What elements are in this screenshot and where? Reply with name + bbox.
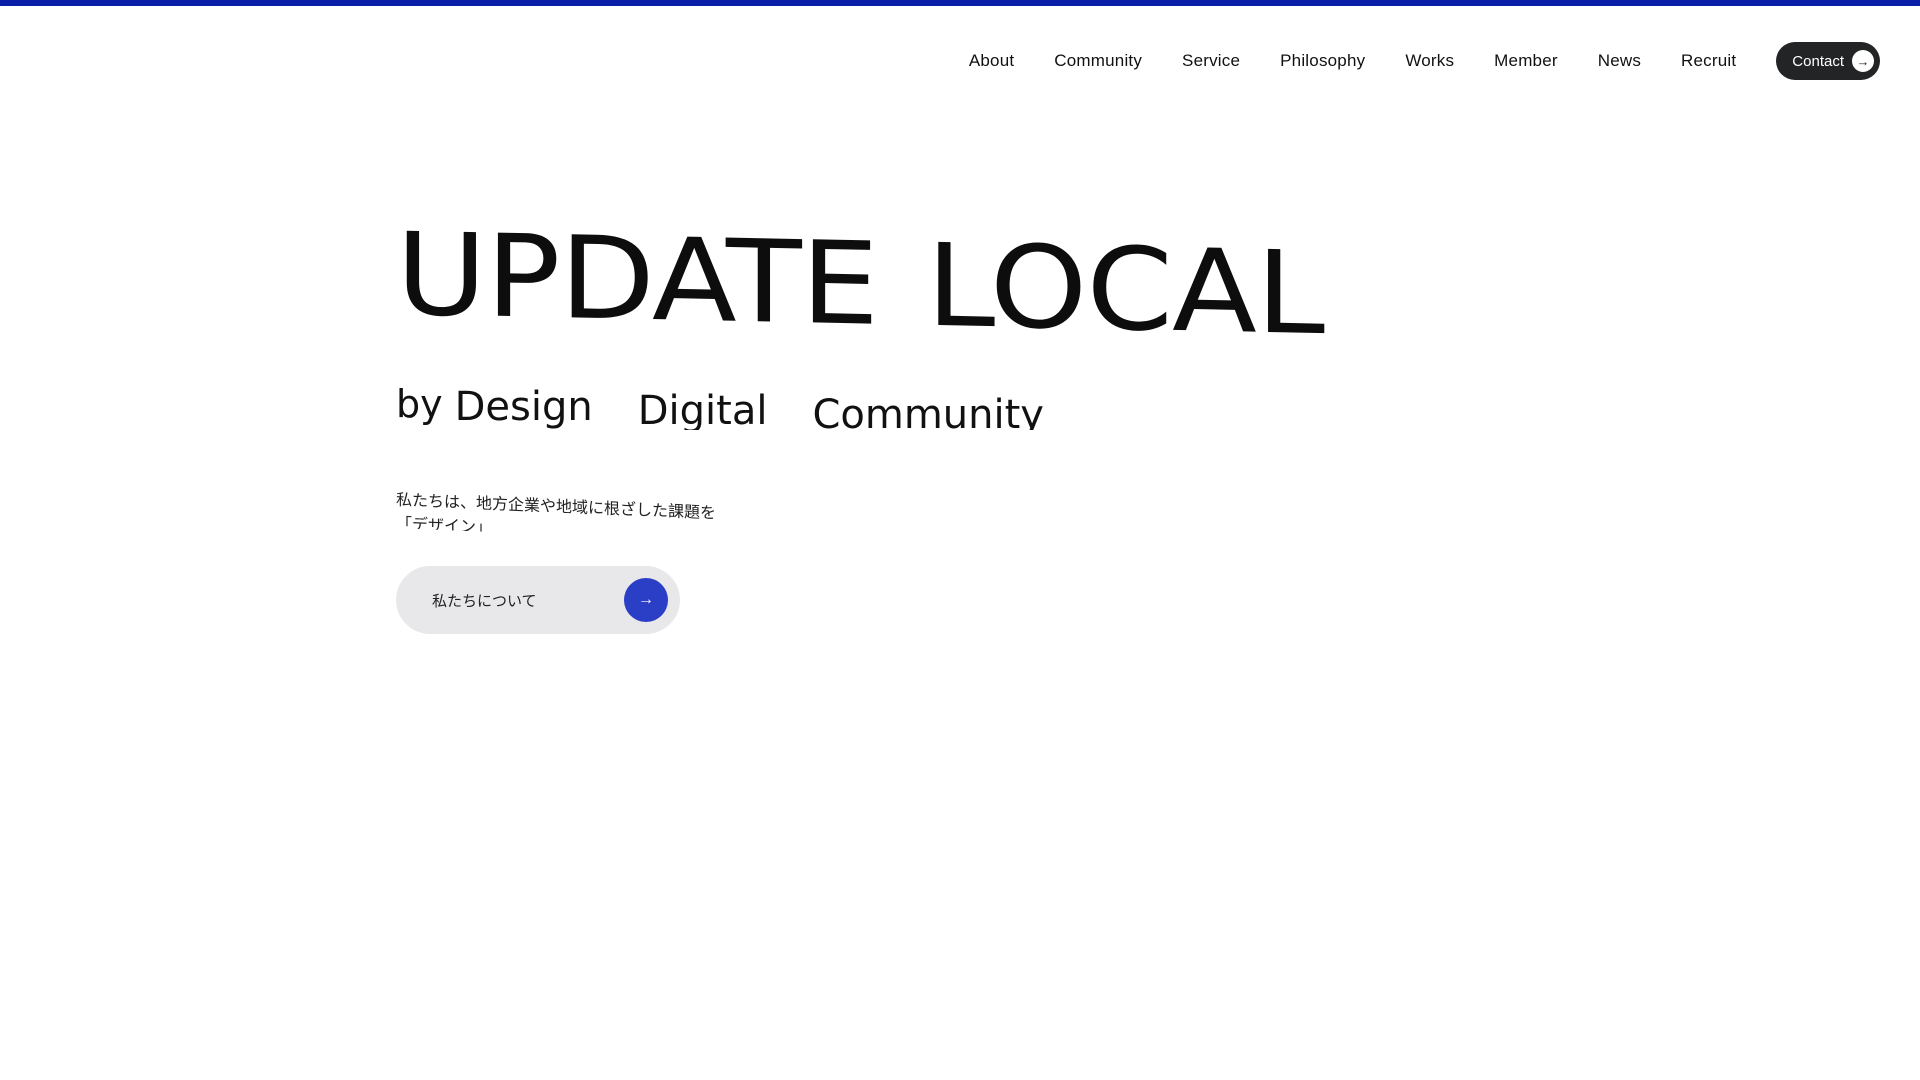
nav-item-community[interactable]: Community: [1054, 51, 1142, 71]
hero-title-word-update: UPDATE: [396, 208, 879, 352]
tagline-digital: Digital: [637, 388, 768, 430]
tagline-design: Design: [454, 384, 593, 430]
about-us-button[interactable]: 私たちについて →: [396, 566, 680, 634]
hero-tagline-row: by Design Digital Community: [396, 384, 1044, 430]
nav-item-philosophy[interactable]: Philosophy: [1280, 51, 1365, 71]
nav-item-member[interactable]: Member: [1494, 51, 1558, 71]
top-accent-bar: [0, 0, 1920, 6]
tagline-community: Community: [812, 392, 1044, 430]
nav-item-service[interactable]: Service: [1182, 51, 1240, 71]
hero-title-word-local: LOCAL: [926, 219, 1324, 361]
contact-button-label: Contact: [1792, 52, 1844, 70]
nav-item-works[interactable]: Works: [1405, 51, 1454, 71]
arrow-right-icon: →: [624, 578, 668, 622]
nav-item-recruit[interactable]: Recruit: [1681, 51, 1736, 71]
tagline-by: by: [396, 384, 443, 426]
hero-lead-text: 私たちは、地方企業や地域に根ざした課題を 「デザイン」: [396, 488, 756, 543]
main-nav: About Community Service Philosophy Works…: [969, 42, 1880, 80]
nav-item-about[interactable]: About: [969, 51, 1014, 71]
arrow-right-icon: →: [1852, 50, 1874, 72]
about-us-button-label: 私たちについて: [432, 592, 537, 610]
nav-item-news[interactable]: News: [1598, 51, 1641, 71]
hero-title: UPDATE LOCAL: [396, 208, 1324, 361]
contact-button[interactable]: Contact →: [1776, 42, 1880, 80]
